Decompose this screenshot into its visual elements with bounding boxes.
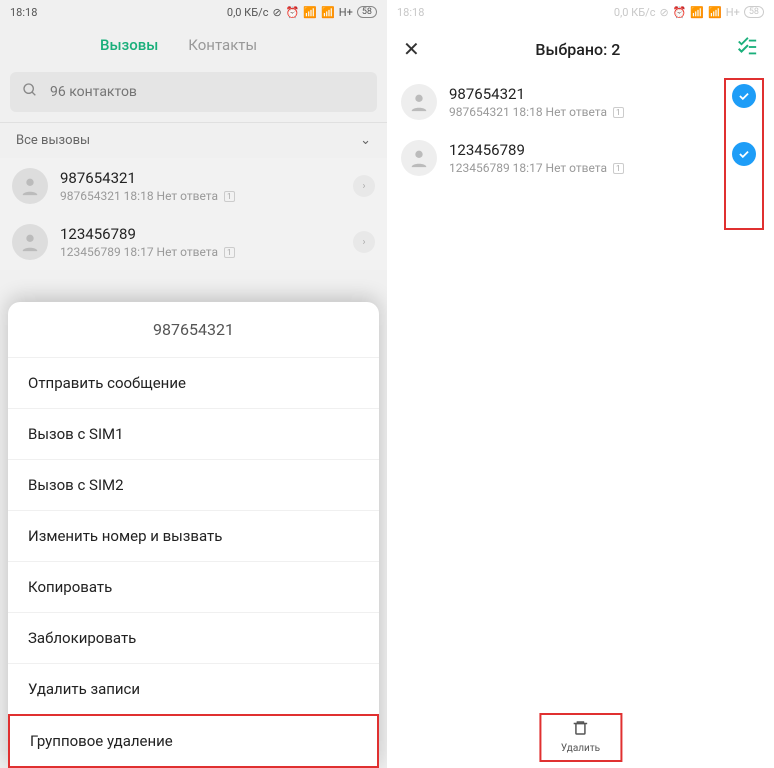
checkmarks-highlight (724, 78, 764, 230)
sheet-block[interactable]: Заблокировать (8, 612, 379, 663)
call-info: 123456789 123456789 18:17 Нет ответа1 (449, 141, 760, 175)
delete-label: Удалить (561, 743, 600, 754)
call-row[interactable]: 987654321 987654321 18:18 Нет ответа1 › (0, 158, 387, 214)
call-row[interactable]: 123456789 123456789 18:17 Нет ответа1 › (0, 214, 387, 270)
search-input[interactable] (50, 84, 365, 100)
status-time: 18:18 (10, 6, 37, 19)
phone-right: 18:18 0,0 КБ/с ⊘ ⏰ 📶 📶 H+ 58 ✕ Выбрано: … (387, 0, 774, 768)
close-icon[interactable]: ✕ (403, 37, 420, 61)
sheet-delete-records[interactable]: Удалить записи (8, 663, 379, 714)
signal2-icon: 📶 (321, 6, 335, 19)
call-meta: 123456789 18:17 Нет ответа1 (60, 245, 341, 259)
call-info: 123456789 123456789 18:17 Нет ответа1 (60, 225, 341, 259)
sheet-call-sim1[interactable]: Вызов с SIM1 (8, 408, 379, 459)
call-meta: 987654321 18:18 Нет ответа1 (449, 105, 760, 119)
sheet-copy[interactable]: Копировать (8, 561, 379, 612)
call-info: 987654321 987654321 18:18 Нет ответа1 (60, 169, 341, 203)
selection-title: Выбрано: 2 (535, 40, 620, 59)
alarm2-icon: ⏰ (286, 6, 300, 19)
status-net: 0,0 КБ/с (614, 6, 656, 19)
tab-calls[interactable]: Вызовы (100, 36, 158, 54)
selection-row[interactable]: 123456789 123456789 18:17 Нет ответа1 (387, 130, 774, 186)
signal2-icon: 📶 (708, 6, 722, 19)
avatar-icon (401, 84, 437, 120)
avatar-icon (12, 168, 48, 204)
action-sheet: 987654321 Отправить сообщение Вызов с SI… (8, 302, 379, 768)
tab-contacts[interactable]: Контакты (188, 36, 257, 54)
sheet-edit-call[interactable]: Изменить номер и вызвать (8, 510, 379, 561)
delete-button[interactable]: Удалить (539, 713, 622, 762)
sim-badge: 1 (224, 191, 235, 202)
checkmark-icon[interactable] (732, 142, 756, 166)
call-info: 987654321 987654321 18:18 Нет ответа1 (449, 85, 760, 119)
filter-label: Все вызовы (16, 133, 90, 148)
selection-header: ✕ Выбрано: 2 (387, 24, 774, 74)
status-time: 18:18 (397, 6, 424, 19)
sim-badge: 1 (224, 247, 235, 258)
sheet-group-delete[interactable]: Групповое удаление (8, 714, 379, 768)
avatar-icon (12, 224, 48, 260)
tabs: Вызовы Контакты (0, 24, 387, 66)
status-net: 0,0 КБ/с (227, 6, 269, 19)
search-bar[interactable] (10, 72, 377, 112)
sheet-title: 987654321 (8, 302, 379, 357)
sheet-call-sim2[interactable]: Вызов с SIM2 (8, 459, 379, 510)
call-number: 987654321 (60, 169, 341, 187)
sheet-send-message[interactable]: Отправить сообщение (8, 357, 379, 408)
status-sig: H+ (726, 6, 740, 19)
sim-badge: 1 (613, 107, 624, 118)
chevron-right-icon[interactable]: › (353, 175, 375, 197)
search-icon (22, 82, 38, 102)
status-bar: 18:18 0,0 КБ/с ⊘ ⏰ 📶 📶 H+ 58 (0, 0, 387, 24)
signal-icon: 📶 (690, 6, 704, 19)
sim-badge: 1 (613, 163, 624, 174)
battery-icon: 58 (744, 6, 764, 18)
call-number: 123456789 (449, 141, 760, 159)
chevron-right-icon[interactable]: › (353, 231, 375, 253)
call-meta: 123456789 18:17 Нет ответа1 (449, 161, 760, 175)
alarm2-icon: ⏰ (673, 6, 687, 19)
status-bar: 18:18 0,0 КБ/с ⊘ ⏰ 📶 📶 H+ 58 (387, 0, 774, 24)
status-right: 0,0 КБ/с ⊘ ⏰ 📶 📶 H+ 58 (227, 6, 377, 19)
chevron-down-icon: ⌄ (360, 133, 371, 148)
select-all-icon[interactable] (736, 36, 758, 62)
checkmark-icon[interactable] (732, 84, 756, 108)
signal-icon: 📶 (303, 6, 317, 19)
phone-left: 18:18 0,0 КБ/с ⊘ ⏰ 📶 📶 H+ 58 Вызовы Конт… (0, 0, 387, 768)
alarm-icon: ⊘ (659, 6, 668, 19)
alarm-icon: ⊘ (272, 6, 281, 19)
battery-icon: 58 (357, 6, 377, 18)
call-number: 987654321 (449, 85, 760, 103)
avatar-icon (401, 140, 437, 176)
call-filter[interactable]: Все вызовы ⌄ (0, 122, 387, 158)
status-sig: H+ (339, 6, 353, 19)
call-number: 123456789 (60, 225, 341, 243)
call-meta: 987654321 18:18 Нет ответа1 (60, 189, 341, 203)
selection-row[interactable]: 987654321 987654321 18:18 Нет ответа1 (387, 74, 774, 130)
status-right: 0,0 КБ/с ⊘ ⏰ 📶 📶 H+ 58 (614, 6, 764, 19)
trash-icon (572, 722, 590, 741)
